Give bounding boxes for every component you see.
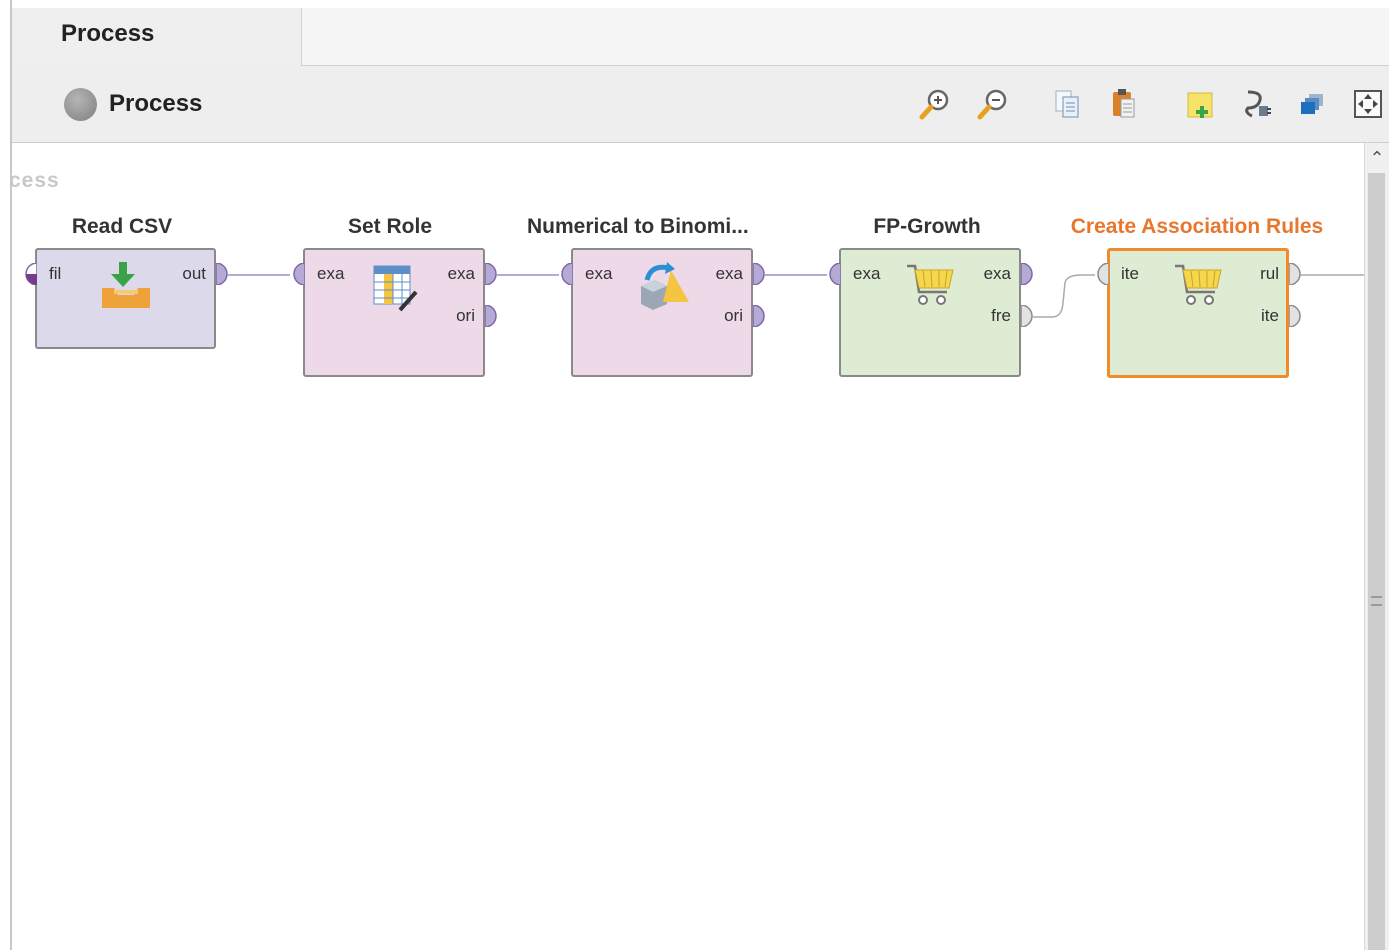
- shopping-cart-icon: [1173, 262, 1225, 310]
- input-port-exa[interactable]: [825, 263, 841, 285]
- port-label: ori: [456, 306, 475, 325]
- output-port-exa[interactable]: [1021, 263, 1037, 285]
- read-csv-icon: [99, 260, 153, 314]
- operator-create-association-rules[interactable]: ite rul ite: [1107, 248, 1289, 378]
- auto-wire-icon[interactable]: [1240, 86, 1276, 122]
- paste-icon[interactable]: [1107, 86, 1143, 122]
- zoom-in-icon[interactable]: [917, 86, 953, 122]
- add-note-icon[interactable]: [1183, 86, 1219, 122]
- operator-title-set-role: Set Role: [347, 215, 433, 238]
- port-label: fre: [991, 306, 1011, 325]
- input-port-fil[interactable]: [21, 263, 37, 285]
- port-label: exa: [585, 264, 613, 283]
- output-port-out[interactable]: [216, 263, 232, 285]
- operator-title-create-association-rules: Create Association Rules: [1070, 215, 1324, 238]
- panel-left-border: [0, 0, 12, 950]
- operator-title-read-csv: Read CSV: [71, 215, 173, 238]
- input-port-exa[interactable]: [557, 263, 573, 285]
- operator-title-numerical-to-binominal: Numerical to Binomi...: [527, 215, 749, 238]
- output-port-exa[interactable]: [753, 263, 769, 285]
- grip-icon: [1371, 596, 1382, 606]
- operator-title-fp-growth: FP-Growth: [873, 215, 981, 238]
- top-margin: [0, 0, 1389, 8]
- scroll-thumb[interactable]: [1368, 173, 1385, 950]
- shopping-cart-icon: [905, 262, 957, 310]
- input-port-ite[interactable]: [1093, 263, 1109, 285]
- port-label: out: [182, 264, 206, 283]
- port-label: exa: [983, 264, 1011, 283]
- port-label: exa: [715, 264, 743, 283]
- vertical-scrollbar[interactable]: ⌃: [1364, 143, 1389, 950]
- port-label: exa: [853, 264, 881, 283]
- tab-process[interactable]: Process: [12, 8, 302, 66]
- copy-icon[interactable]: [1050, 86, 1086, 122]
- port-label: rul: [1260, 264, 1279, 283]
- output-port-ori[interactable]: [753, 305, 769, 327]
- operator-numerical-to-binominal[interactable]: exa exa ori: [571, 248, 753, 377]
- output-port-exa[interactable]: [485, 263, 501, 285]
- fit-view-icon[interactable]: [1350, 86, 1386, 122]
- port-label: exa: [447, 264, 475, 283]
- process-toolbar: Process: [12, 66, 1389, 143]
- breadcrumb[interactable]: Process: [109, 90, 202, 118]
- port-label: fil: [49, 264, 62, 283]
- zoom-out-icon[interactable]: [975, 86, 1011, 122]
- output-port-ite[interactable]: [1289, 305, 1305, 327]
- convert-icon: [635, 260, 691, 310]
- input-port-exa[interactable]: [289, 263, 305, 285]
- arrange-icon[interactable]: [1295, 86, 1331, 122]
- process-up-icon[interactable]: [64, 88, 97, 121]
- operator-read-csv[interactable]: fil out: [35, 248, 216, 349]
- output-port-rul[interactable]: [1289, 263, 1305, 285]
- port-label: ori: [724, 306, 743, 325]
- port-label: ite: [1261, 306, 1279, 325]
- operator-fp-growth[interactable]: exa exa fre: [839, 248, 1021, 377]
- port-label: exa: [317, 264, 345, 283]
- port-label: ite: [1121, 264, 1139, 283]
- process-canvas[interactable]: cess Read CSV fil out Set Role exa exa o…: [12, 143, 1364, 950]
- scroll-up-icon[interactable]: ⌃: [1368, 149, 1386, 167]
- set-role-icon: [370, 262, 420, 312]
- output-port-fre[interactable]: [1021, 305, 1037, 327]
- tab-strip: Process: [12, 8, 1389, 66]
- output-port-ori[interactable]: [485, 305, 501, 327]
- tab-process-label: Process: [61, 20, 155, 47]
- operator-set-role[interactable]: exa exa ori: [303, 248, 485, 377]
